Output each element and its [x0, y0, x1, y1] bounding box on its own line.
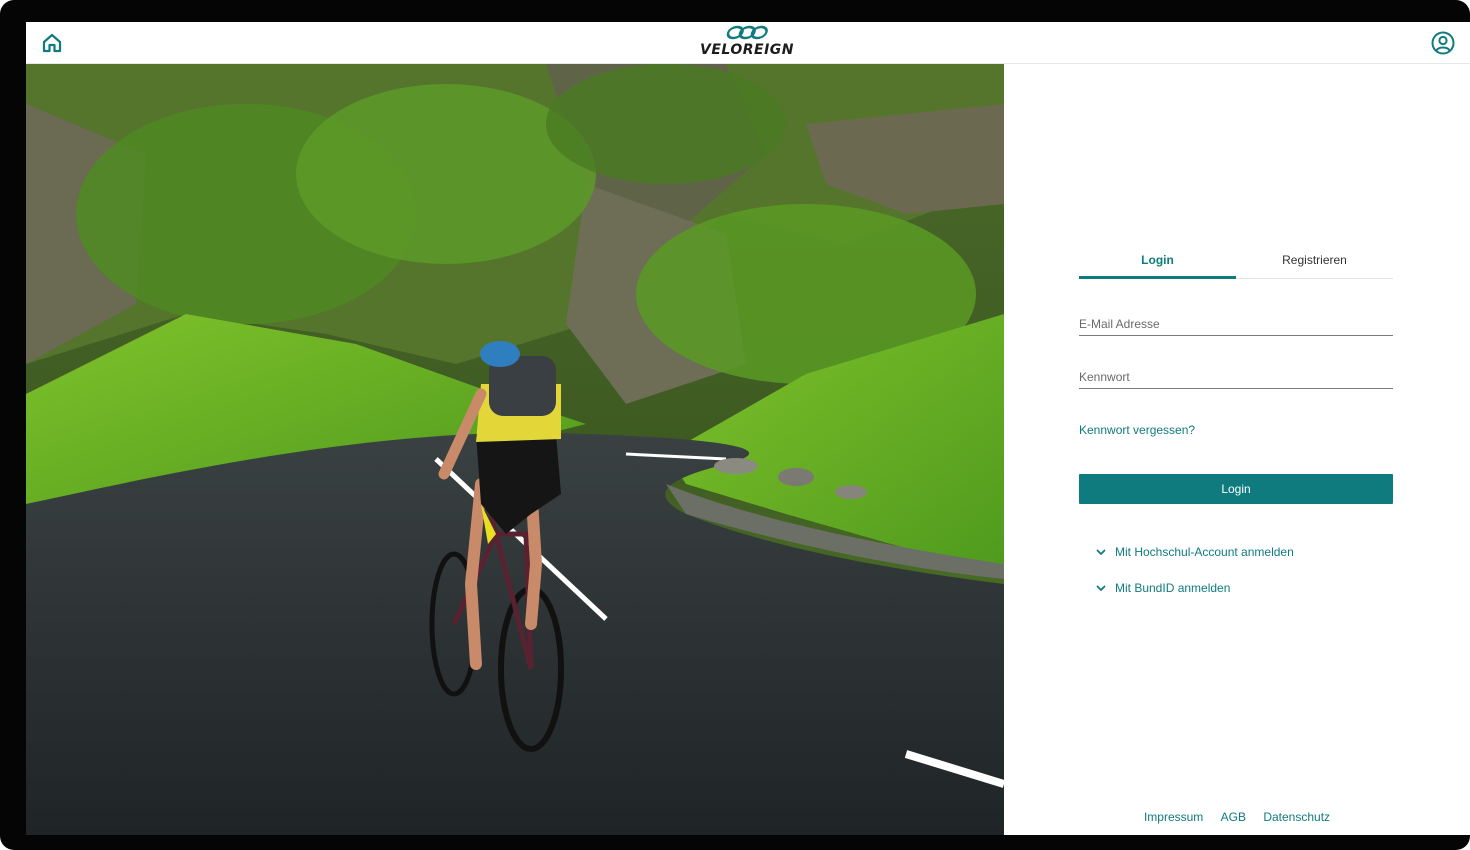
auth-tabs: Login Registrieren [1079, 250, 1393, 279]
bundid-login-label: Mit BundID anmelden [1115, 581, 1231, 595]
chevron-down-icon [1096, 549, 1106, 555]
app-screen: VELOREIGN Login Registrieren E-Mail Adre… [26, 22, 1470, 835]
chevron-down-icon [1096, 585, 1106, 591]
auth-panel: Login Registrieren Kennwort vergessen? L… [1004, 64, 1470, 835]
forgot-password-link[interactable]: Kennwort vergessen? [1079, 423, 1195, 437]
login-button[interactable]: Login [1079, 474, 1393, 504]
email-field[interactable] [1079, 313, 1393, 336]
brand-logo[interactable]: VELOREIGN [700, 25, 794, 61]
password-field[interactable] [1079, 366, 1393, 389]
datenschutz-link[interactable]: Datenschutz [1263, 810, 1330, 824]
profile-button[interactable] [1430, 30, 1456, 56]
cyclist-road-illustration [26, 64, 1004, 835]
user-circle-icon [1431, 31, 1455, 55]
tab-registrieren[interactable]: Registrieren [1236, 250, 1393, 276]
footer-links: Impressum AGB Datenschutz [1004, 810, 1470, 824]
bundid-login-toggle[interactable]: Mit BundID anmelden [1095, 579, 1230, 597]
brand-name: VELOREIGN [700, 42, 794, 58]
hero-image [26, 64, 1004, 835]
home-button[interactable] [40, 31, 64, 55]
tab-login[interactable]: Login [1079, 250, 1236, 279]
agb-link[interactable]: AGB [1221, 810, 1246, 824]
top-bar: VELOREIGN [26, 22, 1470, 64]
hochschul-login-toggle[interactable]: Mit Hochschul-Account anmelden [1095, 543, 1294, 561]
impressum-link[interactable]: Impressum [1144, 810, 1203, 824]
home-icon [42, 33, 62, 53]
logo-mark-icon [726, 25, 768, 40]
hochschul-login-label: Mit Hochschul-Account anmelden [1115, 545, 1294, 559]
device-frame: VELOREIGN Login Registrieren E-Mail Adre… [0, 0, 1470, 850]
